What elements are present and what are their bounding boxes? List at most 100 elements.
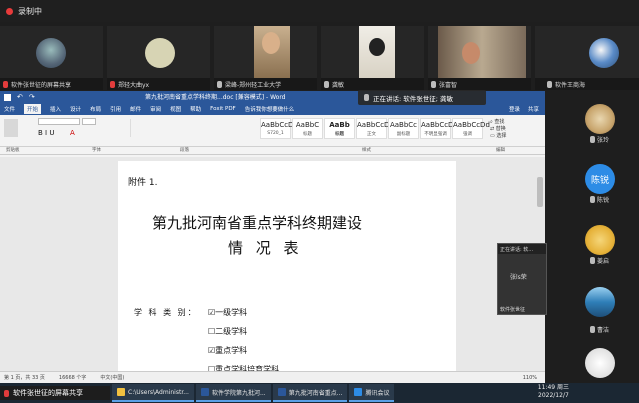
gallery-tile-6[interactable]: 软件王商海	[535, 26, 639, 90]
gallery-tile-2[interactable]: 郑轻大曲yx	[107, 26, 210, 90]
mic-icon	[431, 80, 436, 88]
word-window[interactable]: ↶ ↷ 第九批河南省重点学科终期...doc [兼容模式] - Word 文件 …	[0, 91, 545, 383]
screen: 录制中 软件张世征的屏幕共享 郑轻大曲yx 梁峰-郑州轻工业大学 龚敏 张富智 …	[0, 0, 639, 403]
avatar	[145, 38, 175, 68]
taskbar-word-2[interactable]: 第九批河南省重点...	[272, 384, 348, 402]
document-page[interactable]: 附件 1. 第九批河南省重点学科终期建设 情 况 表 学 科 类 别： ☑一级学…	[118, 161, 456, 374]
recording-bar: 录制中	[0, 0, 639, 22]
ribbon-group-labels: 剪贴板 字体 段落 样式 编辑	[0, 147, 545, 155]
recording-dot-icon	[6, 7, 13, 15]
tab-mailings[interactable]: 邮件	[130, 105, 141, 113]
participant-name: 张富智	[439, 81, 458, 89]
page-count: 第 1 页，共 33 页	[4, 375, 45, 381]
avatar	[585, 225, 615, 255]
taskbar-word-1[interactable]: 软件学院第九批河...	[195, 384, 271, 402]
word-icon	[200, 388, 209, 396]
avatar: 陈锐	[585, 164, 615, 194]
tab-foxit[interactable]: Foxit PDF	[210, 106, 236, 112]
tab-layout[interactable]: 布局	[90, 105, 101, 113]
sign-in-link[interactable]: 登录	[509, 105, 520, 113]
tell-me-search[interactable]: 告诉我你想要做什么	[245, 105, 295, 113]
style-emphasis[interactable]: AaBbCcDd 强调	[452, 118, 490, 139]
tab-file[interactable]: 文件	[4, 105, 15, 113]
tab-review[interactable]: 审阅	[150, 105, 161, 113]
participant-name: 张玲	[596, 137, 609, 144]
mic-muted-icon	[4, 389, 9, 397]
avatar	[589, 38, 619, 68]
paste-icon[interactable]	[4, 119, 18, 137]
avatar	[585, 104, 615, 134]
gallery-tile-5[interactable]: 张富智	[428, 26, 531, 90]
mic-muted-icon	[110, 80, 115, 88]
mic-icon	[364, 94, 369, 101]
mic-muted-icon	[3, 80, 8, 88]
speaker-thumbnail[interactable]: 正在讲话: 软... 张ls荣 软件张世征	[497, 243, 547, 315]
gallery-tile-4[interactable]: 龚敏	[321, 26, 424, 90]
tab-help[interactable]: 帮助	[190, 105, 201, 113]
field-label: 学 科 类 别：	[134, 308, 198, 317]
redo-icon[interactable]: ↷	[29, 93, 35, 101]
taskbar-meeting[interactable]: 腾讯会议	[349, 384, 395, 402]
side-participant-1[interactable]: 张玲	[583, 104, 633, 146]
font-size-select[interactable]	[82, 118, 96, 125]
avatar	[585, 287, 615, 317]
gallery-tile-3[interactable]: 梁峰-郑州轻工业大学	[214, 26, 317, 90]
paragraph-group[interactable]	[130, 119, 230, 137]
side-participant-4[interactable]: 曹洁	[583, 287, 633, 334]
folder-icon	[117, 388, 125, 396]
vertical-scrollbar[interactable]	[537, 177, 543, 207]
tab-design[interactable]: 设计	[70, 105, 81, 113]
side-participant-3[interactable]: 姜启	[583, 225, 633, 267]
option-3[interactable]: ☑重点学科	[208, 345, 247, 356]
meeting-icon	[354, 388, 363, 396]
style-title[interactable]: AaBb 标题	[324, 118, 355, 139]
save-icon[interactable]	[4, 93, 11, 101]
tab-view[interactable]: 视图	[170, 105, 181, 113]
mic-icon	[217, 80, 222, 88]
participant-name: 梁峰-郑州轻工业大学	[225, 81, 282, 89]
participant-name: 龚敏	[332, 81, 345, 89]
system-clock[interactable]: 11:49 周三 2022/12/7	[538, 384, 569, 400]
talking-indicator: 正在讲话: 软件张世征; 龚敏	[358, 90, 486, 105]
document-canvas[interactable]: 附件 1. 第九批河南省重点学科终期建设 情 况 表 学 科 类 别： ☑一级学…	[0, 157, 545, 374]
style-subtitle[interactable]: AaBbCc 副标题	[388, 118, 419, 139]
tab-insert[interactable]: 插入	[50, 105, 61, 113]
style-s720[interactable]: AaBbCcDd S720_1	[260, 118, 298, 139]
word-icon	[277, 388, 286, 396]
option-1[interactable]: ☑一级学科	[208, 307, 247, 318]
font-name-select[interactable]	[38, 118, 80, 125]
face	[462, 42, 480, 64]
style-heading[interactable]: AaBbC 标题	[292, 118, 323, 139]
participant-name: 曹洁	[596, 327, 609, 334]
option-2[interactable]: ☐二级学科	[208, 326, 247, 337]
participant-name: 陈锐	[596, 197, 609, 204]
mic-icon	[324, 80, 329, 88]
ribbon: B I U A AaBbCcDd S720_1 AaBbC 标题 AaBb 标题 Aa…	[0, 115, 545, 147]
annex-label: 附件 1.	[128, 178, 158, 188]
taskbar-explorer[interactable]: C:\Users\Administr...	[112, 384, 194, 402]
share-button[interactable]: 共享	[528, 105, 539, 113]
participant-name: 软件张世征的屏幕共享	[11, 81, 72, 89]
undo-icon[interactable]: ↶	[17, 93, 23, 101]
style-normal[interactable]: AaBbCcDd 正文	[356, 118, 394, 139]
face	[369, 38, 385, 56]
bold-italic-underline[interactable]: B I U	[38, 129, 54, 137]
participant-name: 软件王商海	[555, 81, 586, 89]
screen-share-indicator[interactable]: 软件张世征的屏幕共享	[0, 386, 110, 400]
tab-home[interactable]: 开始	[24, 104, 42, 114]
zoom-level[interactable]: 110%	[523, 375, 537, 381]
editing-group[interactable]: ⌕ 查找 ⇄ 替换 ▭ 选择	[490, 119, 506, 140]
font-color-icon[interactable]: A	[70, 129, 75, 137]
style-subtle-emphasis[interactable]: AaBbCcDd 不明显强调	[420, 118, 458, 139]
tab-references[interactable]: 引用	[110, 105, 121, 113]
recording-label: 录制中	[18, 6, 42, 16]
document-title: 第九批河南省重点学科终期...doc [兼容模式] - Word	[145, 94, 286, 101]
mic-icon	[589, 196, 595, 203]
status-bar: 第 1 页，共 33 页 16668 个字 中文(中国) 110%	[0, 371, 545, 383]
face	[262, 32, 280, 54]
participant-video	[438, 26, 526, 78]
side-participant-2[interactable]: 陈锐 陈锐	[583, 164, 633, 206]
language: 中文(中国)	[100, 375, 125, 381]
gallery-tile-1[interactable]: 软件张世征的屏幕共享	[0, 26, 103, 90]
mic-icon	[547, 80, 552, 88]
